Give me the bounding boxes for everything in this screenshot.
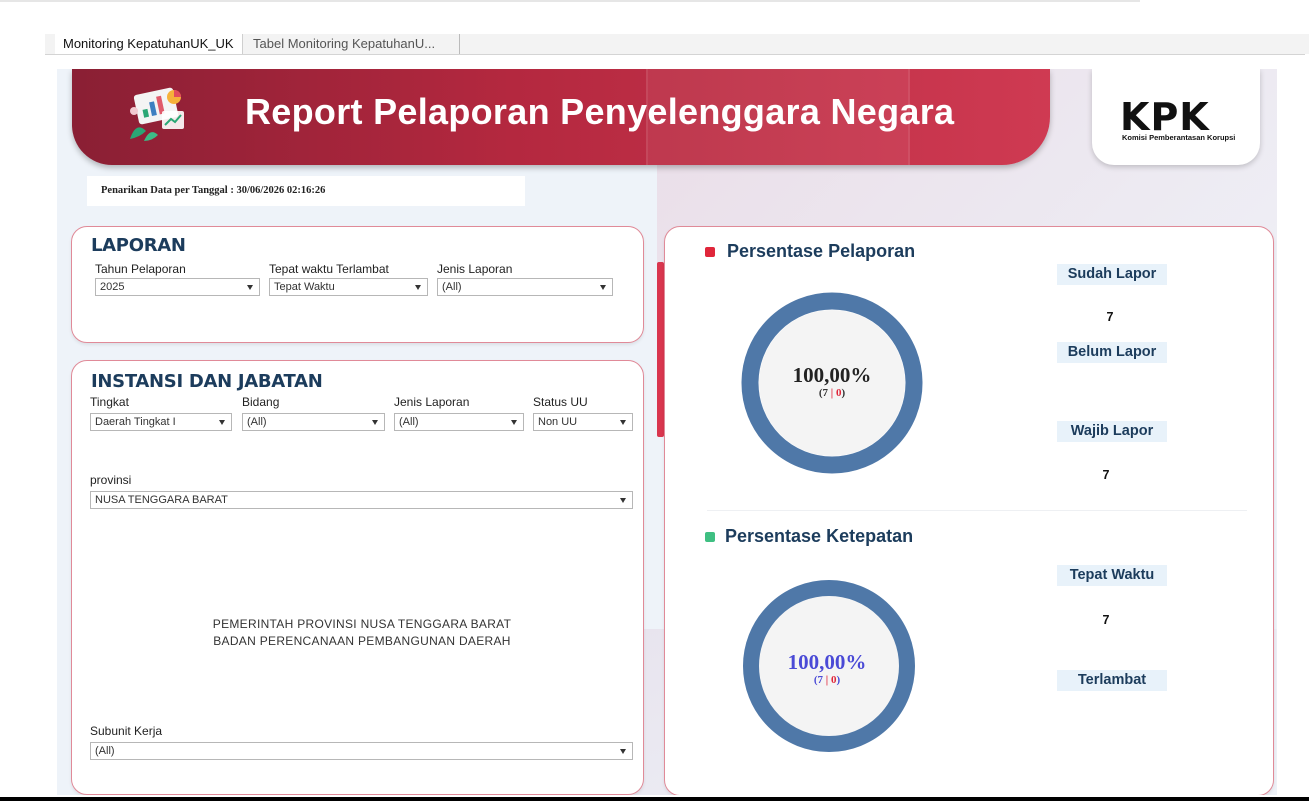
tahun-pelaporan-select[interactable]: 2025 (95, 278, 260, 296)
laporan-card: LAPORAN Tahun Pelaporan 2025 Tepat waktu… (71, 226, 644, 343)
dropdown-caret-icon (600, 285, 606, 290)
belum-lapor-label: Belum Lapor (1057, 342, 1167, 363)
dropdown-caret-icon (219, 420, 225, 425)
unit-name-line-2: BADAN PERENCANAAN PEMBANGUNAN DAERAH (213, 634, 511, 648)
dropdown-caret-icon (620, 498, 626, 503)
report-chart-icon (130, 87, 184, 141)
jenis-laporan-instansi-select[interactable]: (All) (394, 413, 524, 431)
filter-label-tingkat: Tingkat (90, 395, 129, 409)
filter-label-subunit: Subunit Kerja (90, 724, 163, 738)
sudah-lapor-value: 7 (1106, 310, 1114, 324)
pelaporan-legend-dot (705, 247, 715, 257)
dropdown-caret-icon (247, 285, 253, 290)
tepat-waktu-select[interactable]: Tepat Waktu (269, 278, 428, 296)
dropdown-caret-icon (415, 285, 421, 290)
wajib-lapor-label: Wajib Lapor (1057, 421, 1167, 442)
bottom-border (0, 797, 1309, 801)
dropdown-caret-icon (372, 420, 378, 425)
ketepatan-count-on-time: 7 (817, 674, 824, 686)
jenis-laporan-select[interactable]: (All) (437, 278, 613, 296)
unit-name-line-1: PEMERINTAH PROVINSI NUSA TENGGARA BARAT (212, 617, 512, 631)
bidang-select[interactable]: (All) (242, 413, 385, 431)
pelaporan-percent: 100,00% (792, 363, 872, 387)
select-value: (All) (247, 416, 267, 428)
filter-label-jenis-laporan: Jenis Laporan (437, 262, 513, 276)
subunit-kerja-select[interactable]: (All) (90, 742, 633, 760)
select-value: Daerah Tingkat I (95, 416, 176, 428)
pelaporan-title: Persentase Pelaporan (727, 241, 916, 261)
dropdown-caret-icon (620, 420, 626, 425)
dropdown-caret-icon (620, 749, 626, 754)
data-timestamp: Penarikan Data per Tanggal : 30/06/2026 … (87, 176, 525, 206)
wajib-lapor-value: 7 (1102, 468, 1110, 482)
sudah-lapor-label: Sudah Lapor (1057, 264, 1167, 285)
instansi-card: INSTANSI DAN JABATAN Tingkat Daerah Ting… (71, 360, 644, 795)
dropdown-caret-icon (511, 420, 517, 425)
accent-bar (657, 262, 664, 437)
pelaporan-count-missing: 0 (835, 387, 842, 399)
ketepatan-percent: 100,00% (787, 650, 867, 674)
ketepatan-count-late: 0 (830, 674, 837, 686)
dashboard: Report Pelaporan Penyelenggara Negara KP… (57, 69, 1277, 795)
select-value: (All) (399, 416, 419, 428)
kpk-logo-subtitle: Komisi Pemberantasan Korupsi (1122, 133, 1236, 142)
filter-label-status-uu: Status UU (533, 395, 588, 409)
page-title: Report Pelaporan Penyelenggara Negara (245, 91, 955, 132)
pelaporan-counts: (7 | 0) (818, 387, 846, 399)
tepat-waktu-label: Tepat Waktu (1057, 565, 1167, 586)
select-value: Tepat Waktu (274, 281, 335, 293)
data-timestamp-text: Penarikan Data per Tanggal : 30/06/2026 … (101, 185, 326, 196)
tingkat-select[interactable]: Daerah Tingkat I (90, 413, 232, 431)
tepat-waktu-value: 7 (1102, 613, 1110, 627)
ketepatan-legend-dot (705, 532, 715, 542)
select-value: (All) (442, 281, 462, 293)
status-uu-select[interactable]: Non UU (533, 413, 633, 431)
pelaporan-count-done: 7 (822, 387, 829, 399)
filter-label-tahun: Tahun Pelaporan (95, 262, 186, 276)
filter-label-bidang: Bidang (242, 395, 280, 409)
terlambat-label: Terlambat (1057, 670, 1167, 691)
select-value: NUSA TENGGARA BARAT (95, 494, 228, 506)
filter-label-provinsi: provinsi (90, 473, 132, 487)
laporan-title: LAPORAN (91, 235, 186, 256)
ketepatan-counts: (7 | 0) (813, 674, 841, 686)
instansi-title: INSTANSI DAN JABATAN (91, 371, 323, 392)
tab-monitoring-kepatuhan[interactable]: Monitoring KepatuhanUK_UK (55, 34, 243, 54)
header-banner: Report Pelaporan Penyelenggara Negara (72, 69, 1050, 165)
top-bar (0, 0, 1309, 34)
tab-tabel-monitoring[interactable]: Tabel Monitoring KepatuhanU... (245, 34, 460, 54)
sheet-tabs: Monitoring KepatuhanUK_UK Tabel Monitori… (45, 34, 1309, 55)
select-value: 2025 (100, 281, 125, 293)
provinsi-select[interactable]: NUSA TENGGARA BARAT (90, 491, 633, 509)
select-value: (All) (95, 745, 115, 757)
select-value: Non UU (538, 416, 578, 428)
filter-label-jenis-laporan-instansi: Jenis Laporan (394, 395, 470, 409)
kpk-logo-card: KPK Komisi Pemberantasan Korupsi (1092, 69, 1260, 165)
filter-label-tepat-waktu: Tepat waktu Terlambat (269, 262, 389, 276)
section-divider (707, 510, 1247, 511)
ketepatan-title: Persentase Ketepatan (725, 526, 914, 546)
